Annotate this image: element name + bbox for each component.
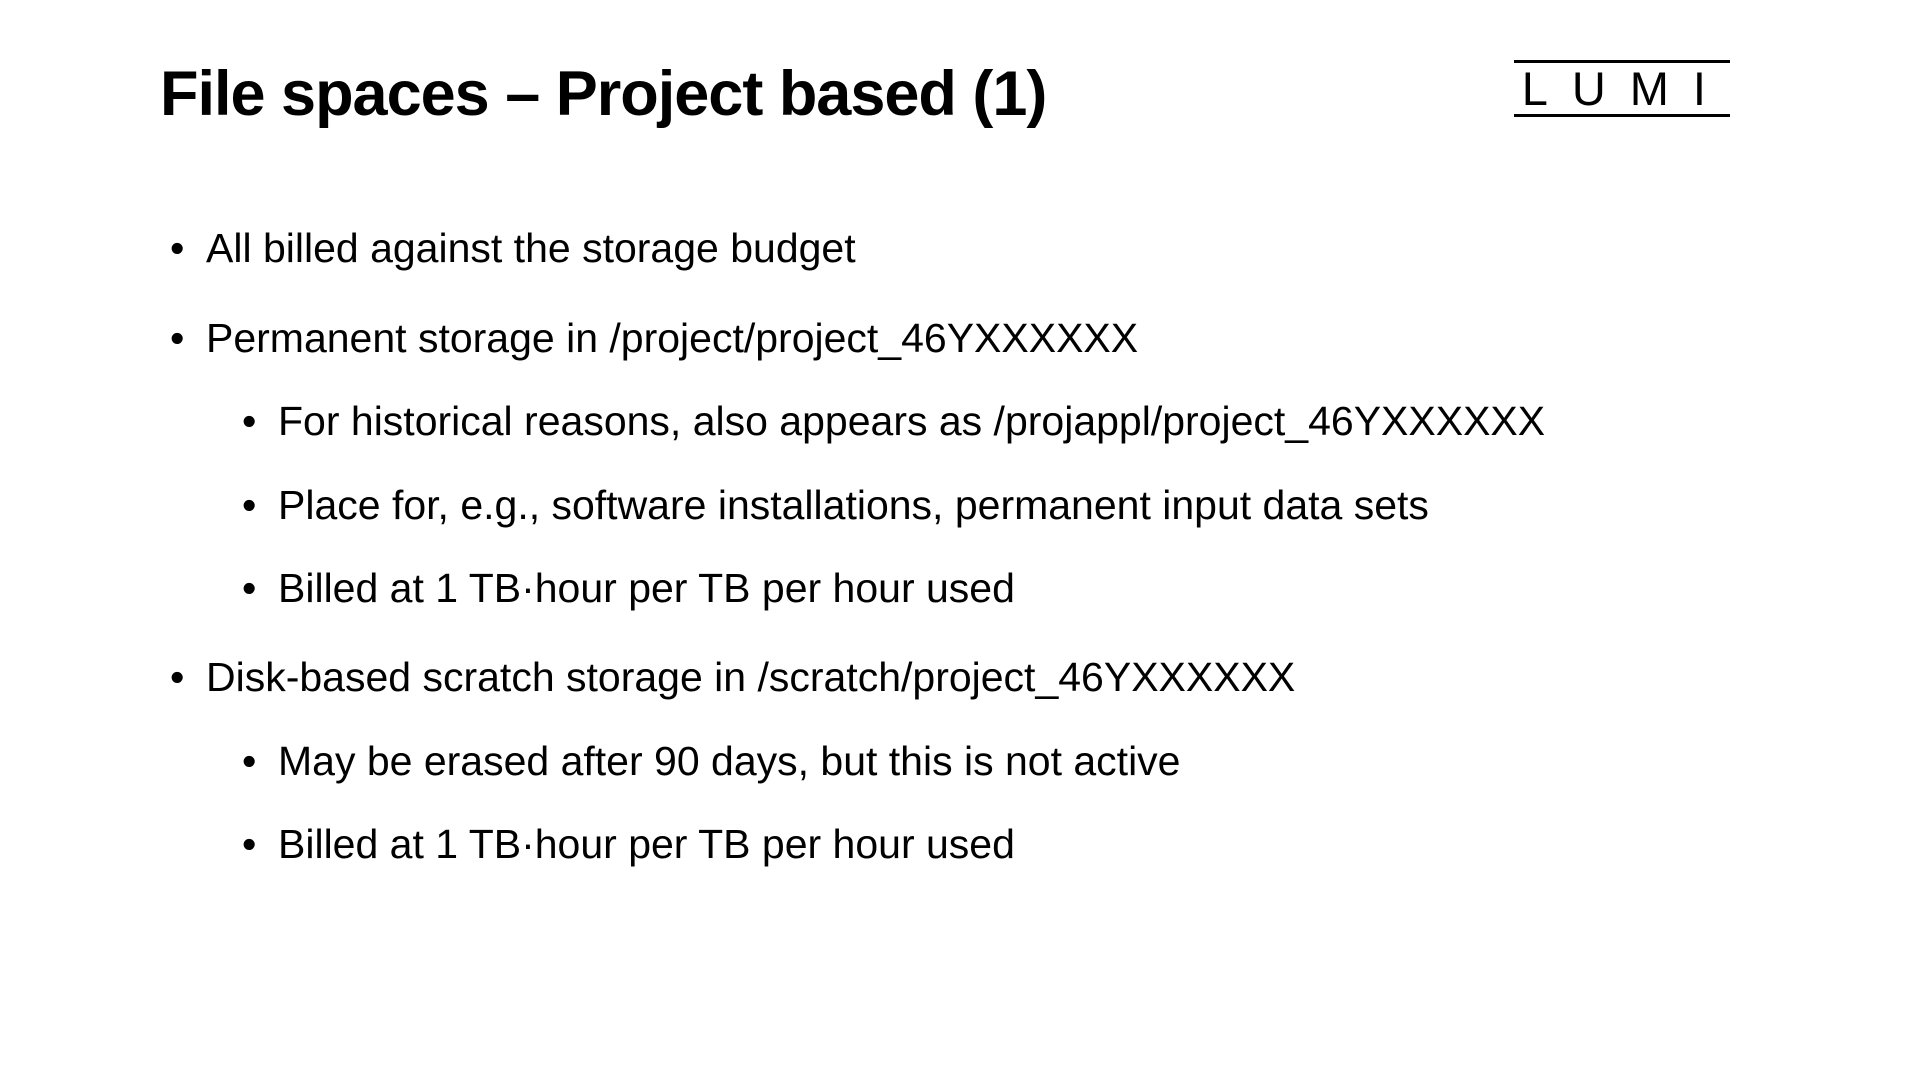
list-item: Permanent storage in /project/project_46… <box>170 309 1760 619</box>
list-item: All billed against the storage budget <box>170 219 1760 278</box>
bullet-text: Permanent storage in /project/project_46… <box>206 315 1138 361</box>
list-item: Billed at 1 TB·hour per TB per hour used <box>242 559 1760 618</box>
slide-header: File spaces – Project based (1) LUMI <box>160 60 1760 129</box>
bullet-text: Billed at 1 TB·hour per TB per hour used <box>278 821 1015 867</box>
slide: File spaces – Project based (1) LUMI All… <box>0 0 1920 1080</box>
logo-text: LUMI <box>1514 60 1730 117</box>
bullet-text: May be erased after 90 days, but this is… <box>278 738 1180 784</box>
bullet-text: All billed against the storage budget <box>206 225 856 271</box>
bullet-text: For historical reasons, also appears as … <box>278 398 1545 444</box>
list-item: May be erased after 90 days, but this is… <box>242 732 1760 791</box>
list-item: Place for, e.g., software installations,… <box>242 476 1760 535</box>
bullet-list: All billed against the storage budget Pe… <box>170 219 1760 875</box>
sub-bullet-list: For historical reasons, also appears as … <box>206 392 1760 618</box>
slide-content: All billed against the storage budget Pe… <box>160 219 1760 875</box>
list-item: Disk-based scratch storage in /scratch/p… <box>170 648 1760 874</box>
bullet-text: Billed at 1 TB·hour per TB per hour used <box>278 565 1015 611</box>
list-item: Billed at 1 TB·hour per TB per hour used <box>242 815 1760 874</box>
sub-bullet-list: May be erased after 90 days, but this is… <box>206 732 1760 875</box>
logo: LUMI <box>1514 60 1730 117</box>
bullet-text: Disk-based scratch storage in /scratch/p… <box>206 654 1295 700</box>
bullet-text: Place for, e.g., software installations,… <box>278 482 1429 528</box>
slide-title: File spaces – Project based (1) <box>160 60 1046 129</box>
list-item: For historical reasons, also appears as … <box>242 392 1760 451</box>
